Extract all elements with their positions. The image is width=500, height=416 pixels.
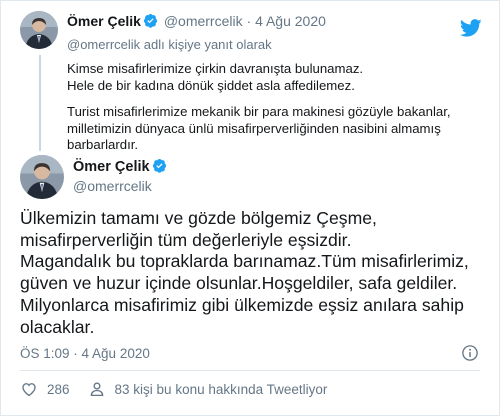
parent-author-name[interactable]: Ömer Çelik	[67, 13, 141, 29]
author-name-row: Ömer Çelik	[73, 158, 169, 175]
author-avatar[interactable]	[20, 155, 64, 199]
tweet-line: güven ve huzur içinde olsunlar.Hoşgeldil…	[20, 273, 458, 294]
parent-line: barbarlardır.	[67, 137, 139, 152]
tweet-timestamp[interactable]: ÖS 1:09 · 4 Ağu 2020	[20, 346, 150, 361]
tweet-line: Ülkemizin tamamı ve gözde bölgemiz Çeşme…	[20, 208, 377, 228]
parent-date[interactable]: 4 Ağu 2020	[255, 13, 326, 29]
parent-line: milletimizin dünyaca ünlü misafirperverl…	[67, 120, 441, 136]
verified-badge-icon	[152, 158, 166, 173]
parent-line: Turist misafirlerimize mekanik bir para …	[67, 104, 451, 119]
thread-connector-line	[39, 55, 41, 151]
author-handle[interactable]: @omerrcelik	[73, 178, 152, 194]
tweet-line: misafirperverliğin tüm değerleriyle eşsi…	[20, 229, 352, 250]
tweet-embed-card: Ömer Çelik @omerrcelik · 4 Ağu 2020 @ome…	[0, 0, 500, 416]
heart-icon	[22, 383, 36, 397]
parent-header: Ömer Çelik @omerrcelik · 4 Ağu 2020	[67, 13, 326, 29]
info-icon[interactable]	[461, 344, 479, 362]
divider	[20, 370, 480, 371]
people-talking-label: 83 kişi bu konu hakkında Tweetliyor	[114, 381, 328, 397]
parent-line: Kimse misafirlerimize çirkin davranışta …	[67, 61, 364, 76]
twitter-bird-icon[interactable]	[460, 17, 482, 39]
tweet-text: Ülkemizin tamamı ve gözde bölgemiz Çeşme…	[20, 208, 482, 338]
separator-dot: ·	[246, 13, 252, 29]
conversation-link[interactable]: 83 kişi bu konu hakkında Tweetliyor	[88, 380, 328, 398]
parent-avatar[interactable]	[20, 11, 58, 49]
like-count: 286	[47, 381, 70, 397]
parent-tweet-text: Kimse misafirlerimize çirkin davranışta …	[67, 61, 477, 154]
person-icon	[90, 382, 103, 397]
like-button[interactable]: 286	[20, 380, 70, 398]
parent-handle[interactable]: @omerrcelik	[164, 13, 243, 29]
author-name[interactable]: Ömer Çelik	[73, 159, 150, 175]
tweet-line: Magandalık bu topraklarda barınamaz.Tüm …	[20, 251, 469, 272]
tweet-line: olacaklar.	[20, 316, 95, 337]
parent-line: Hele de bir kadına dönük şiddet asla aff…	[67, 77, 355, 93]
replying-to-label: @omerrcelik adlı kişiye yanıt olarak	[67, 37, 272, 52]
verified-badge-icon	[143, 13, 157, 28]
tweet-actions: 286 83 kişi bu konu hakkında Tweetliyor	[20, 379, 327, 399]
tweet-line: Milyonlarca misafirimiz gibi ülkemizde e…	[20, 294, 464, 315]
